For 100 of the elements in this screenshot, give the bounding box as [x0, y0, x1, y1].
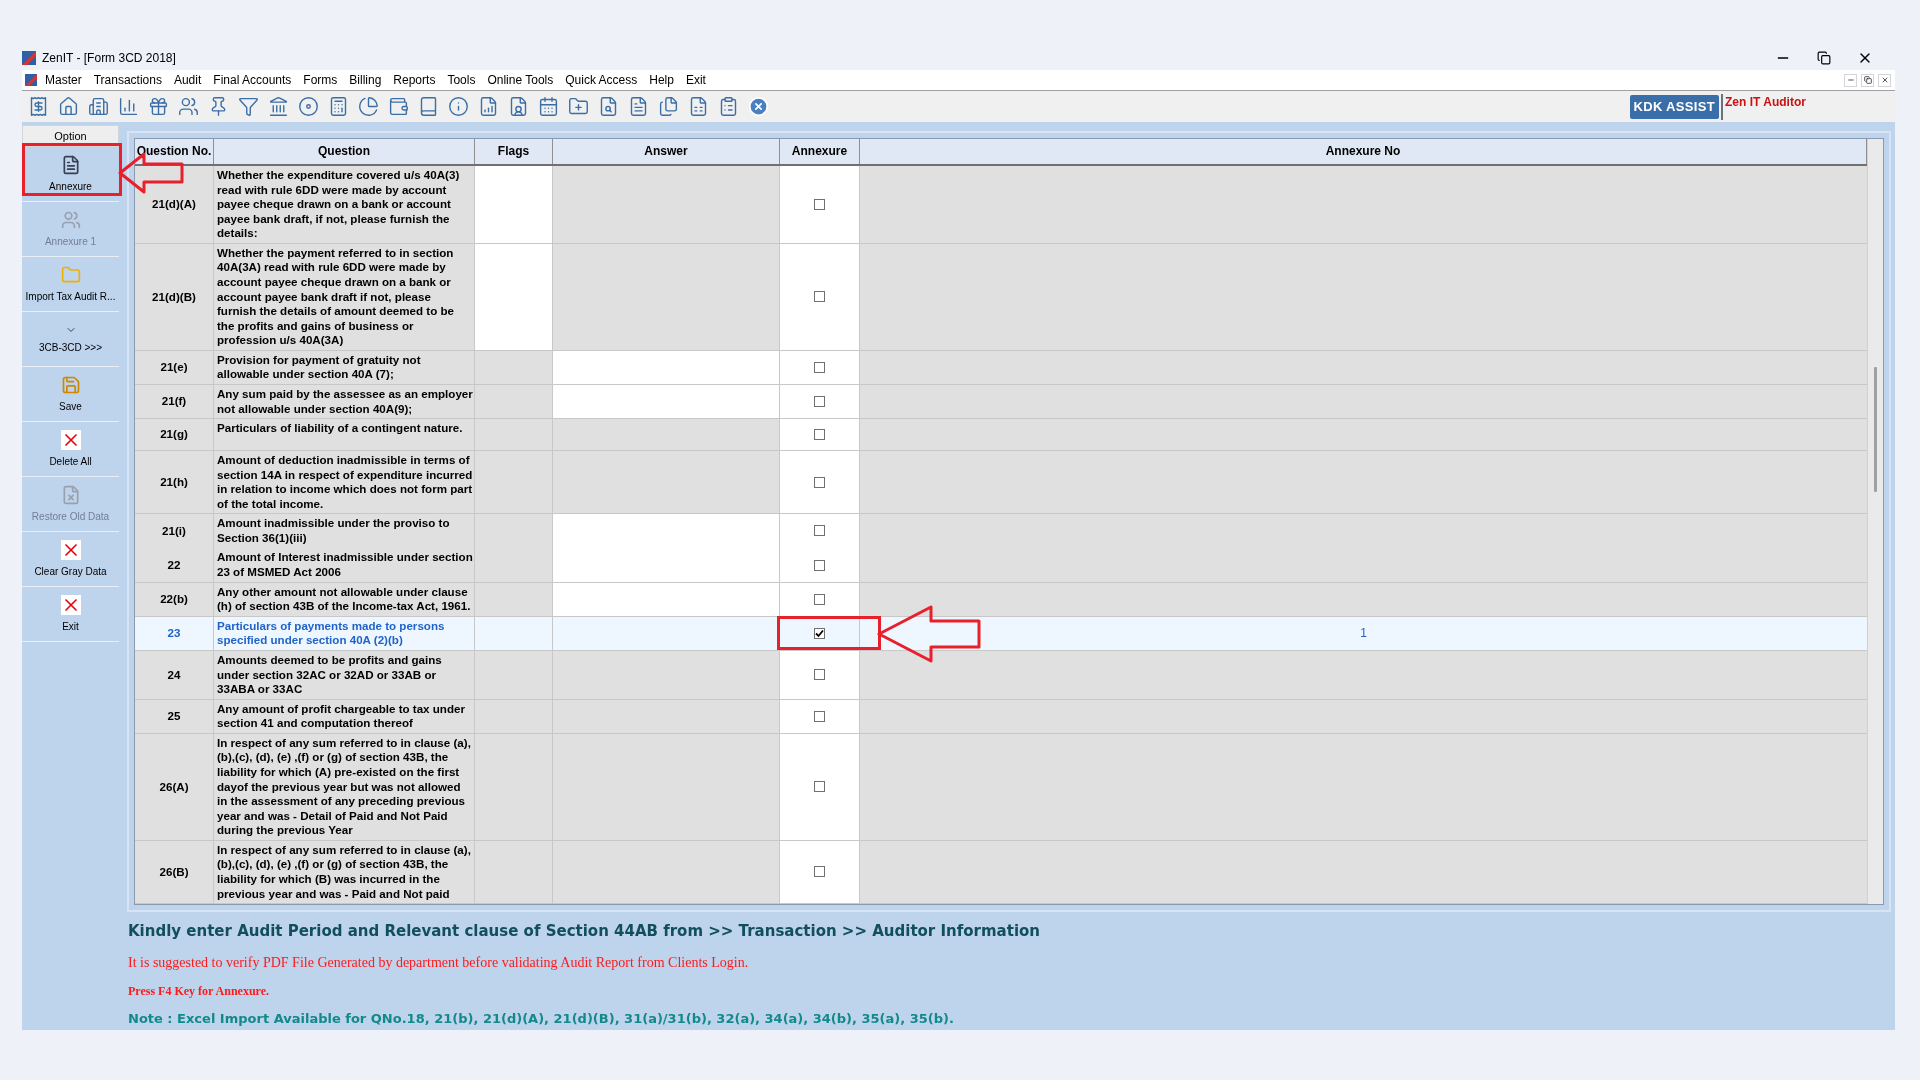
pie-chart-icon[interactable] [358, 96, 379, 117]
flags-cell[interactable] [475, 733, 553, 840]
filter-icon[interactable] [238, 96, 259, 117]
close-icon[interactable] [1878, 73, 1891, 87]
app-logo-icon [25, 74, 37, 86]
flags-cell[interactable] [475, 840, 553, 904]
menu-item[interactable]: Transactions [93, 71, 162, 89]
annexure-checkbox[interactable] [814, 525, 825, 537]
book-icon[interactable] [418, 96, 439, 117]
flags-cell[interactable] [475, 699, 553, 733]
annexure-checkbox[interactable] [814, 781, 825, 793]
calendar-icon[interactable] [538, 96, 559, 117]
menu-item[interactable]: Online Tools [487, 71, 554, 89]
menu-item[interactable]: Billing [349, 71, 382, 89]
info-icon[interactable] [448, 96, 469, 117]
file-search-icon[interactable] [598, 96, 619, 117]
sheet-icon[interactable] [688, 96, 709, 117]
table-cell: 21(g) [135, 419, 214, 451]
building-icon[interactable] [88, 96, 109, 117]
flags-cell[interactable] [475, 451, 553, 514]
answer-field[interactable] [553, 451, 780, 514]
disc-icon[interactable] [298, 96, 319, 117]
table-cell: 21(e) [135, 350, 214, 384]
users-icon[interactable] [178, 96, 199, 117]
folder-add-icon[interactable] [568, 96, 589, 117]
menu-item[interactable]: Forms [303, 71, 338, 89]
bar-chart-icon[interactable] [118, 96, 139, 117]
menu-item[interactable]: Audit [173, 71, 202, 89]
menu-item[interactable]: Tools [447, 71, 476, 89]
annexure-checkbox[interactable] [814, 559, 825, 571]
menu-item[interactable]: Exit [685, 71, 706, 89]
user-file-icon[interactable] [508, 96, 529, 117]
flags-cell[interactable] [475, 514, 553, 548]
flags-cell[interactable] [475, 616, 553, 650]
flags-cell[interactable] [475, 650, 553, 699]
annexure-checkbox[interactable] [814, 866, 825, 878]
annexure-checkbox[interactable] [814, 291, 825, 303]
flags-cell[interactable] [475, 165, 553, 243]
answer-field[interactable] [553, 514, 780, 548]
table-cell: 25 [135, 699, 214, 733]
restore-icon[interactable] [1817, 51, 1831, 65]
flags-cell[interactable] [475, 419, 553, 451]
flags-cell[interactable] [475, 243, 553, 350]
table-cell: 23 [135, 616, 214, 650]
receipt-icon[interactable] [28, 96, 49, 117]
annexure-checkbox[interactable] [814, 396, 825, 407]
answer-field[interactable] [553, 582, 780, 616]
annexure-checkbox[interactable] [814, 198, 825, 210]
product-label: Zen IT Auditor [1725, 94, 1807, 111]
annexure-checkbox[interactable] [814, 710, 825, 722]
table-cell: Particulars of payments made to persons specified under section 40A (2)(b) [214, 616, 475, 650]
menu-item[interactable]: Master [45, 71, 82, 89]
flags-cell[interactable] [475, 350, 553, 384]
report-icon[interactable] [478, 96, 499, 117]
answer-field[interactable] [553, 650, 780, 699]
answer-field[interactable] [553, 840, 780, 904]
answer-field[interactable] [553, 699, 780, 733]
table-cell: 21(h) [135, 451, 214, 514]
table-cell: 21(d)(A) [135, 165, 214, 243]
table-cell: Amount of Interest inadmissible under section 23 of MSMED Act 2006 [214, 548, 475, 582]
menu-item[interactable]: Reports [393, 71, 436, 89]
menu-item[interactable]: Help [649, 71, 674, 89]
scrollbar-thumb[interactable] [1874, 367, 1877, 492]
answer-field[interactable] [553, 350, 780, 384]
users-icon [60, 210, 81, 230]
answer-field[interactable] [553, 384, 780, 419]
menu-item[interactable]: Final Accounts [213, 71, 292, 89]
flags-cell[interactable] [475, 548, 553, 582]
column-header: Answer [553, 139, 780, 164]
home-icon[interactable] [58, 96, 79, 117]
table-cell: Amount of deduction inadmissible in terms of section 14A in respect of expenditure incurred in relation to income which does not form part of the total income. [214, 451, 475, 514]
annexure-checkbox[interactable] [814, 361, 825, 373]
answer-field[interactable] [553, 165, 780, 243]
assist-button[interactable]: KDK ASSIST [1629, 94, 1719, 119]
clipboard-icon[interactable] [718, 96, 739, 117]
answer-field[interactable] [553, 616, 780, 650]
annexure-checkbox[interactable] [814, 593, 825, 605]
wallet-icon[interactable] [388, 96, 409, 117]
answer-field[interactable] [553, 419, 780, 451]
bank-icon[interactable] [268, 96, 289, 117]
flags-cell[interactable] [475, 582, 553, 616]
annexure-checkbox[interactable] [814, 429, 825, 441]
menu-item[interactable]: Quick Access [565, 71, 638, 89]
gift-icon[interactable] [148, 96, 169, 117]
annexure-checkbox[interactable] [814, 476, 825, 488]
flags-cell[interactable] [475, 384, 553, 419]
files-icon[interactable] [658, 96, 679, 117]
table-cell: Whether the expenditure covered u/s 40A(3) read with rule 6DD were made by account payee cheque drawn on a bank or account payee bank draft, if not, please furnish the details: [214, 165, 475, 243]
annexure-checkbox[interactable] [814, 669, 825, 681]
document-icon[interactable] [628, 96, 649, 117]
column-header: Question [214, 139, 475, 164]
table-cell: In respect of any sum referred to in clause (a),(b),(c), (d), (e) ,(f) or (g) of section 43B, the liability for which (B) was incurred in the previous year and was - Paid and Not paid [214, 840, 475, 904]
table-cell: In respect of any sum referred to in clause (a),(b),(c), (d), (e) ,(f) or (g) of section 43B, the liability for which (A) pre-existed on the first dayof the previous year but was not allowed in the assessment of any preceding previous year and was - Detail of Paid and Not Paid during the previous Year [214, 733, 475, 840]
table-cell: Whether the payment referred to in section 40A(3A) read with rule 6DD were made by account payee cheque drawn on a bank or account payee bank draft if not, please furnish the details of amount deemed to be the profits and gains of business or profession u/s 40A(3A) [214, 243, 475, 350]
calculator-icon[interactable] [328, 96, 349, 117]
table-cell: 21(i) [135, 514, 214, 548]
answer-field[interactable] [553, 548, 780, 582]
answer-field[interactable] [553, 733, 780, 840]
answer-field[interactable] [553, 243, 780, 350]
annexure-checkbox[interactable] [814, 627, 825, 639]
